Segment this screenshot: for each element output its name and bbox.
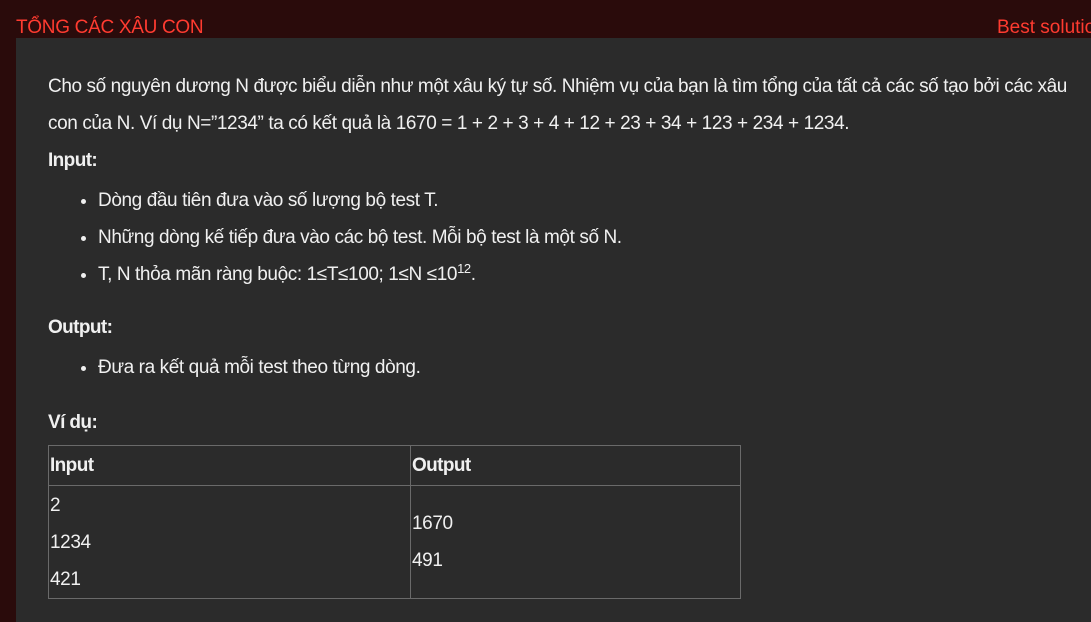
intro-line-1: Cho số nguyên dương N được biểu diễn như… xyxy=(48,76,1067,97)
output-list: Đưa ra kết quả mỗi test theo từng dòng. xyxy=(48,349,1088,386)
output-line: 491 xyxy=(412,550,443,571)
intro-line-2: con của N. Ví dụ N=”1234” ta có kết quả … xyxy=(48,113,850,134)
problem-title: TỔNG CÁC XÂU CON xyxy=(16,17,204,38)
constraint-end: . xyxy=(470,264,476,285)
top-bar: TỔNG CÁC XÂU CON Best solutio xyxy=(0,0,1091,38)
input-line: 2 xyxy=(50,494,61,516)
input-cell: 2 1234 421 xyxy=(48,485,411,599)
list-item: Dòng đầu tiên đưa vào số lượng bộ test T… xyxy=(98,182,1088,219)
list-item: Đưa ra kết quả mỗi test theo từng dòng. xyxy=(98,349,1088,386)
input-item-text: Dòng đầu tiên đưa vào số lượng bộ test T… xyxy=(98,190,439,211)
problem-panel: Cho số nguyên dương N được biểu diễn như… xyxy=(16,38,1091,622)
output-item-text: Đưa ra kết quả mỗi test theo từng dòng. xyxy=(98,357,421,378)
input-heading: Input: xyxy=(48,150,98,171)
list-item: T, N thỏa mãn ràng buộc: 1≤T≤100; 1≤N ≤1… xyxy=(98,256,1088,293)
input-item-text: Những dòng kế tiếp đưa vào các bộ test. … xyxy=(98,227,622,248)
constraint-text: T, N thỏa mãn ràng buộc: 1≤T≤100; 1≤N ≤1… xyxy=(98,264,458,285)
problem-description: Cho số nguyên dương N được biểu diễn như… xyxy=(48,68,1088,142)
example-heading: Ví dụ: xyxy=(48,412,98,433)
list-item: Những dòng kế tiếp đưa vào các bộ test. … xyxy=(98,219,1088,256)
input-line: 1234 xyxy=(50,531,91,553)
table-header-input: Input xyxy=(48,445,411,486)
constraint-exponent: 12 xyxy=(457,261,471,276)
output-heading: Output: xyxy=(48,317,113,338)
output-cell: 1670 491 xyxy=(410,485,741,599)
table-header-output: Output xyxy=(410,445,741,486)
problem-content: Cho số nguyên dương N được biểu diễn như… xyxy=(48,68,1088,438)
example-table: Input Output 2 1234 421 1670 491 xyxy=(48,445,741,599)
input-list: Dòng đầu tiên đưa vào số lượng bộ test T… xyxy=(48,182,1088,293)
table-row: 2 1234 421 1670 491 xyxy=(48,485,741,599)
table-header-row: Input Output xyxy=(48,445,741,486)
output-line: 1670 xyxy=(412,513,453,534)
best-solution-link[interactable]: Best solutio xyxy=(997,17,1091,39)
input-line: 421 xyxy=(50,568,81,590)
